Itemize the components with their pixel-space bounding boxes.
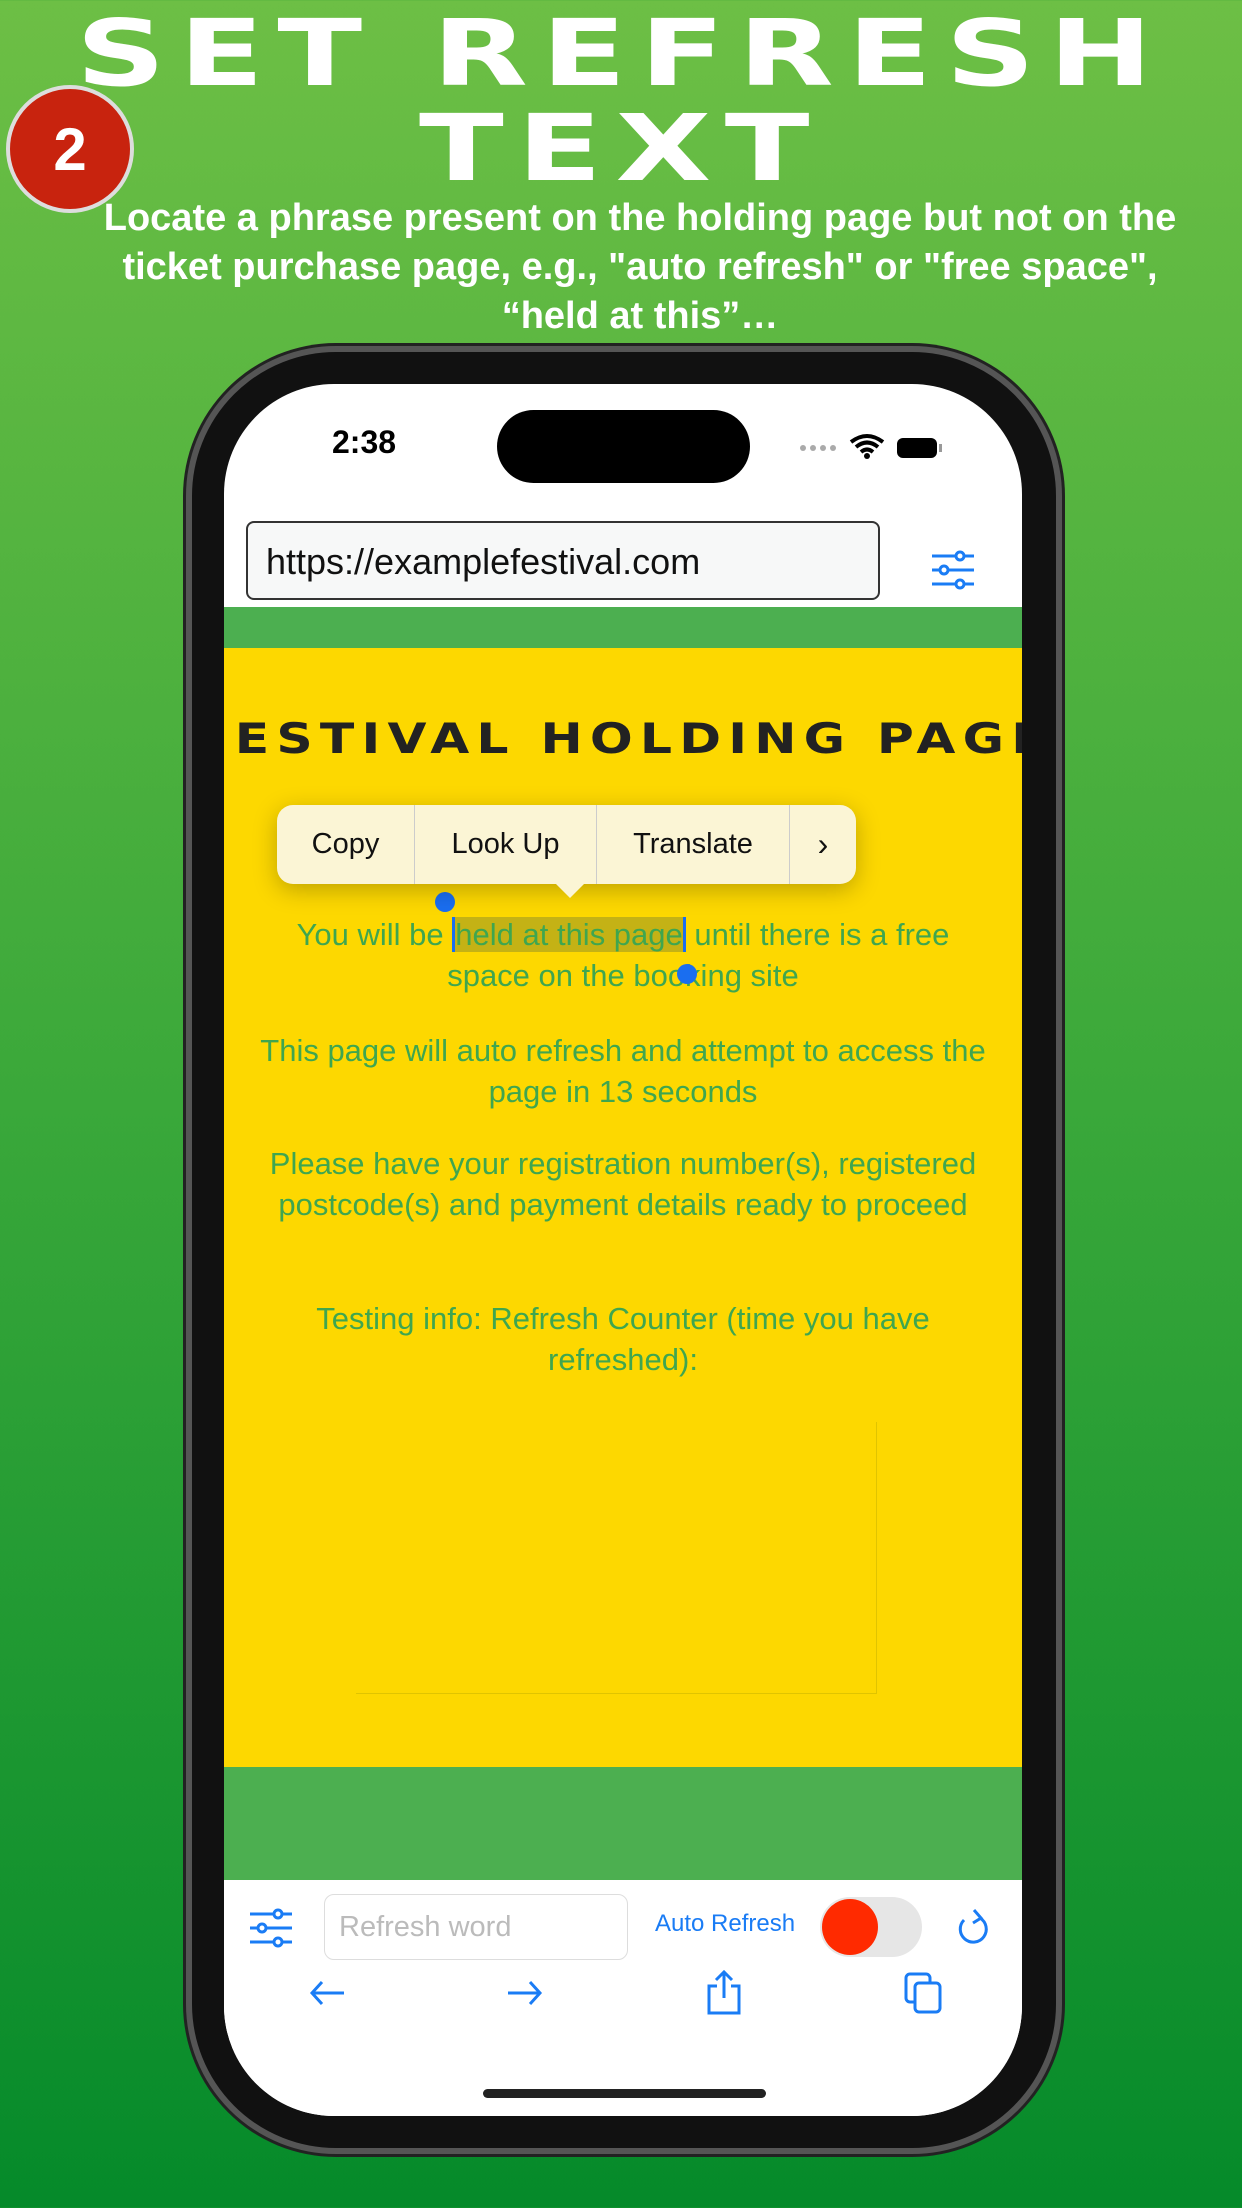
tabs-icon[interactable] xyxy=(904,1972,944,2014)
paragraph-instructions: Please have your registration number(s),… xyxy=(269,1146,977,1222)
selection-handle-start[interactable] xyxy=(435,892,455,912)
phone-screen: 2:38 https://examplefestival.com FESTIVA… xyxy=(224,384,1022,2116)
auto-refresh-label: Auto Refresh xyxy=(655,1910,796,1937)
refresh-word-input[interactable]: Refresh word xyxy=(324,1894,628,1960)
instruction-text: Locate a phrase present on the holding p… xyxy=(103,197,1177,337)
home-indicator xyxy=(483,2089,766,2098)
back-arrow-icon[interactable] xyxy=(308,1978,348,2008)
page-bottom-band xyxy=(224,1767,1022,1880)
title-line-1: SET REFRESH xyxy=(76,0,1166,107)
menu-translate[interactable]: Translate xyxy=(597,805,790,884)
refresh-counter-frame xyxy=(356,1422,877,1694)
title-line-2: TEXT xyxy=(418,95,824,202)
selection-handle-end[interactable] xyxy=(677,964,697,984)
menu-copy[interactable]: Copy xyxy=(277,805,415,884)
bottom-toolbar: Refresh word Auto Refresh xyxy=(224,1880,1022,2116)
url-field[interactable]: https://examplefestival.com xyxy=(246,521,880,600)
auto-refresh-toggle[interactable] xyxy=(820,1897,922,1957)
text: You will be xyxy=(296,917,453,952)
share-icon[interactable] xyxy=(706,1970,742,2016)
selected-text[interactable]: held at this page xyxy=(452,917,686,952)
toggle-knob xyxy=(822,1899,878,1955)
paragraph-testing-info: Testing info: Refresh Counter (time you … xyxy=(316,1301,930,1377)
page-top-band xyxy=(224,607,1022,648)
chevron-right-icon[interactable]: › xyxy=(790,805,856,884)
paragraph-held: You will be held at this page until ther… xyxy=(254,914,992,996)
reload-icon[interactable] xyxy=(956,1908,992,1948)
dynamic-island xyxy=(497,410,750,483)
context-menu: Copy Look Up Translate › xyxy=(277,805,856,884)
status-icons xyxy=(800,434,942,459)
status-time: 2:38 xyxy=(332,424,397,460)
menu-look-up[interactable]: Look Up xyxy=(415,805,597,884)
menu-pointer xyxy=(554,882,586,898)
forward-arrow-icon[interactable] xyxy=(504,1978,544,2008)
settings-sliders-icon[interactable] xyxy=(930,550,976,590)
settings-sliders-icon[interactable] xyxy=(248,1908,294,1948)
paragraph-auto-refresh: This page will auto refresh and attempt … xyxy=(260,1033,986,1109)
